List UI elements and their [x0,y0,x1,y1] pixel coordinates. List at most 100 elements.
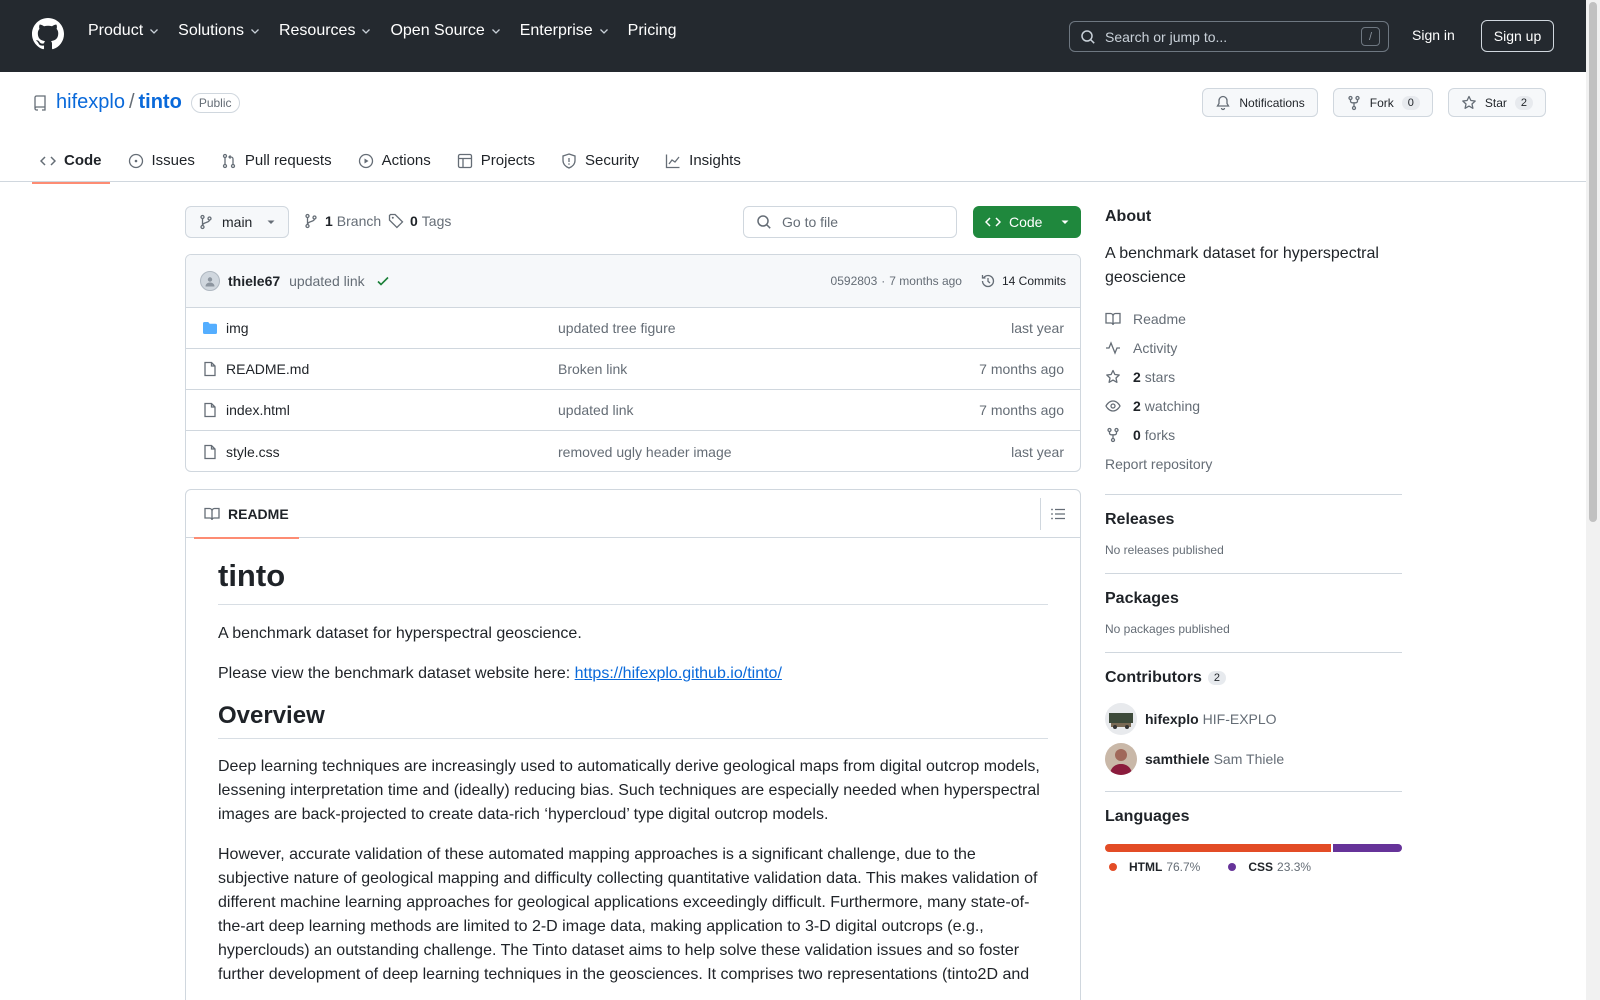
star-count: 2 [1514,95,1533,110]
nav-enterprise[interactable]: Enterprise [520,22,610,40]
file-name-link[interactable]: README.md [226,361,558,377]
contributor-item[interactable]: hifexplo HIF-EXPLO [1105,703,1402,735]
notifications-button[interactable]: Notifications [1202,88,1318,117]
table-row[interactable]: README.md Broken link 7 months ago [186,349,1080,390]
latest-commit-bar: thiele67 updated link 0592803 · 7 months… [186,255,1080,308]
contributor-item[interactable]: samthiele Sam Thiele [1105,743,1402,775]
file-name-link[interactable]: img [226,320,558,336]
readme-paragraph: However, accurate validation of these au… [218,846,1038,983]
readme-link[interactable]: Readme [1105,304,1402,333]
search-shortcut-key: / [1361,27,1380,46]
outline-button[interactable] [1040,498,1072,530]
global-search-input[interactable]: Search or jump to... / [1069,21,1389,52]
table-row[interactable]: style.css removed ugly header image last… [186,431,1080,471]
file-icon [202,402,218,418]
branch-icon [303,213,319,229]
file-commit-message[interactable]: removed ugly header image [558,444,1011,460]
file-name-link[interactable]: index.html [226,402,558,418]
avatar[interactable] [200,271,220,291]
go-to-file-input[interactable]: Go to file [743,206,957,238]
sign-up-button[interactable]: Sign up [1481,20,1554,52]
issue-icon [128,153,152,169]
branches-link[interactable]: 1 Branch [303,213,381,229]
commit-author-link[interactable]: thiele67 [228,273,280,289]
table-row[interactable]: img updated tree figure last year [186,308,1080,349]
tag-icon [388,213,404,229]
file-name-link[interactable]: style.css [226,444,558,460]
language-list: HTML 76.7% CSS 23.3% [1105,860,1402,874]
divider [1105,573,1402,574]
nav-product[interactable]: Product [88,22,160,40]
check-icon[interactable] [375,273,391,289]
tab-actions[interactable]: Actions [350,138,439,183]
page-scrollbar[interactable] [1586,0,1600,1000]
file-commit-message[interactable]: updated link [558,402,979,418]
fork-count: 0 [1401,95,1420,110]
languages-heading: Languages [1105,808,1190,825]
bell-icon [1215,95,1239,111]
global-nav: Product Solutions Resources Open Source … [88,22,695,40]
tab-insights[interactable]: Insights [657,138,749,183]
commit-hash-link[interactable]: 0592803 [831,274,878,288]
table-row[interactable]: index.html updated link 7 months ago [186,390,1080,431]
readme-paragraph: Deep learning techniques are increasingl… [218,758,1040,823]
file-icon [202,361,218,377]
tab-issues[interactable]: Issues [120,138,203,183]
commit-message-link[interactable]: updated link [289,273,365,289]
contributor-login[interactable]: hifexplo [1145,711,1199,727]
language-item[interactable]: CSS 23.3% [1224,860,1311,874]
commit-meta: 0592803 · 7 months ago 14 Commits [831,273,1066,289]
activity-link[interactable]: Activity [1105,333,1402,362]
avatar[interactable] [1105,743,1137,775]
contributors-heading[interactable]: Contributors 2 [1105,669,1402,687]
file-browser: thiele67 updated link 0592803 · 7 months… [185,254,1081,472]
commits-history-link[interactable]: 14 Commits [980,273,1066,289]
chevron-down-icon [490,25,502,37]
language-bar [1105,844,1402,852]
repo-name-link[interactable]: tinto [139,91,182,114]
stars-link[interactable]: 2 stars [1105,362,1402,391]
star-button[interactable]: Star 2 [1447,88,1546,117]
nav-open-source[interactable]: Open Source [390,22,501,40]
nav-solutions[interactable]: Solutions [178,22,261,40]
releases-heading[interactable]: Releases [1105,511,1402,529]
code-dropdown-button[interactable]: Code [973,206,1081,238]
about-heading: About [1105,208,1152,225]
watchers-link[interactable]: 2 watching [1105,391,1402,420]
chevron-down-icon [598,25,610,37]
global-header: Product Solutions Resources Open Source … [0,0,1586,72]
report-repository-link[interactable]: Report repository [1105,449,1402,478]
shield-icon [561,152,585,169]
pulse-icon [1105,340,1133,356]
fork-icon [1346,95,1370,111]
nav-resources[interactable]: Resources [279,22,372,40]
file-commit-message[interactable]: Broken link [558,361,979,377]
tags-link[interactable]: 0 Tags [388,213,451,229]
tab-pull-requests[interactable]: Pull requests [213,138,340,183]
tab-readme[interactable]: README [194,490,299,539]
avatar[interactable] [1105,703,1137,735]
fork-button[interactable]: Fork 0 [1332,88,1433,117]
tab-code[interactable]: Code [32,138,110,184]
repo-sidebar: About A benchmark dataset for hyperspect… [1105,208,1402,874]
nav-pricing[interactable]: Pricing [628,22,677,40]
website-link[interactable]: https://hifexplo.github.io/tinto/ [575,665,782,682]
sign-in-link[interactable]: Sign in [1412,27,1455,43]
readme-intro: A benchmark dataset for hyperspectral ge… [218,625,582,642]
forks-link[interactable]: 0 forks [1105,420,1402,449]
repo-owner-link[interactable]: hifexplo [56,91,125,114]
contributor-name: Sam Thiele [1213,751,1285,767]
branch-selector[interactable]: main [185,206,289,238]
visibility-badge: Public [190,92,240,113]
github-logo-icon[interactable] [32,18,64,50]
file-commit-message[interactable]: updated tree figure [558,320,1011,336]
play-icon [358,153,382,169]
scrollbar-thumb[interactable] [1589,2,1597,522]
contributor-name: HIF-EXPLO [1202,711,1277,727]
language-item[interactable]: HTML 76.7% [1105,860,1200,874]
packages-heading[interactable]: Packages [1105,590,1402,608]
tab-projects[interactable]: Projects [449,138,543,183]
contributor-login[interactable]: samthiele [1145,751,1210,767]
code-icon [40,153,64,169]
tab-security[interactable]: Security [553,138,647,183]
